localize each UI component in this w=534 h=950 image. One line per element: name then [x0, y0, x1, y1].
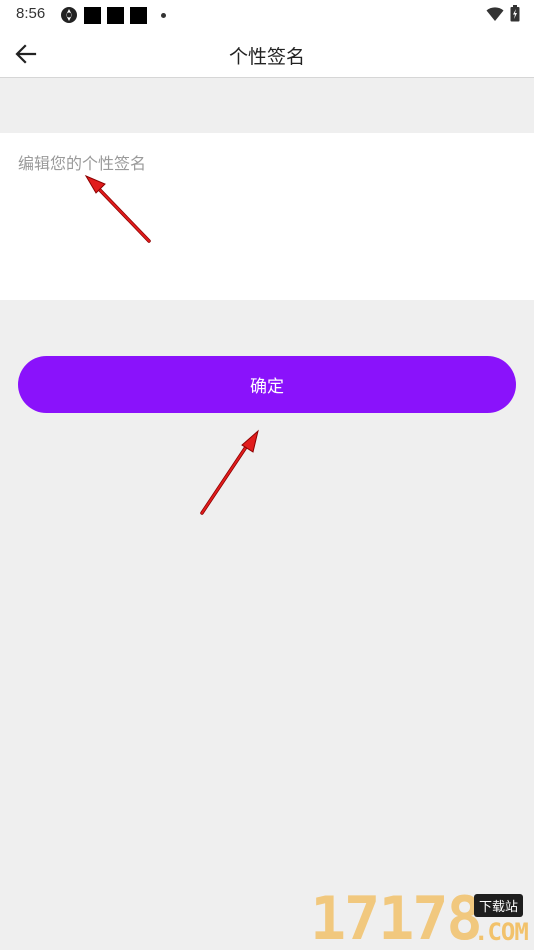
screen: 8:56 个性签名 编辑您的个性签名 确定 17178 下载站 .COM [0, 0, 534, 950]
arrow-to-button-icon [200, 429, 259, 515]
aperture-icon [61, 7, 77, 23]
signature-input[interactable] [0, 133, 534, 300]
watermark-badge: 下载站 [474, 894, 524, 917]
status-bar: 8:56 [0, 0, 534, 30]
signature-box [0, 133, 534, 300]
wifi-icon [486, 6, 504, 21]
battery-charging-icon [510, 5, 520, 22]
status-time: 8:56 [16, 5, 46, 22]
watermark-domain: .COM [474, 918, 529, 946]
notification-icons [60, 6, 166, 24]
more-dot-icon [161, 12, 166, 18]
page-title: 个性签名 [228, 46, 305, 68]
confirm-button[interactable]: 确定 [18, 356, 516, 413]
notification-square-icon [130, 6, 147, 24]
notification-square-icon [84, 6, 101, 24]
app-header: 个性签名 [0, 30, 534, 78]
system-icons [486, 5, 520, 22]
notification-square-icon [107, 6, 124, 24]
watermark-digits: 17178 [310, 884, 483, 950]
watermark-logo: 17178 下载站 .COM [308, 888, 534, 950]
